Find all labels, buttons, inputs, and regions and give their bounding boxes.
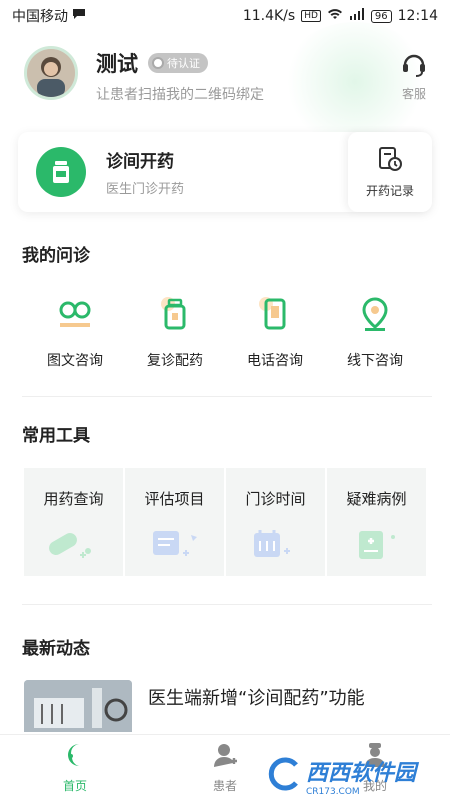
watermark-text: 西西软件园 <box>305 761 416 786</box>
pill-icon <box>42 527 106 565</box>
site-watermark: 西西软件园 CR173.COM <box>254 756 430 797</box>
hd-badge: HD <box>301 10 321 22</box>
news-item-title: 医生端新增“诊间配药”功能 <box>148 688 365 709</box>
headset-icon <box>400 50 428 81</box>
home-icon <box>61 742 89 771</box>
phone-icon <box>251 290 299 338</box>
carrier-label: 中国移动 <box>12 9 68 25</box>
verify-label: 待认证 <box>167 57 200 70</box>
tab-label: 首页 <box>62 778 87 793</box>
tool-label: 疑难病例 <box>346 490 407 508</box>
tool-clinic-hours[interactable]: 门诊时间 <box>226 468 325 576</box>
prescribe-title: 诊间开药 <box>106 152 174 172</box>
consult-item-chat[interactable]: 图文咨询 <box>25 290 125 370</box>
news-thumbnail <box>24 680 132 732</box>
chat-icon <box>51 290 99 338</box>
consult-label: 电话咨询 <box>247 353 303 369</box>
consult-label: 线下咨询 <box>347 353 403 369</box>
prescribe-record-button[interactable]: 开药记录 <box>348 132 432 212</box>
consult-item-offline[interactable]: 线下咨询 <box>325 290 425 370</box>
tool-assessment[interactable]: 评估项目 <box>125 468 224 576</box>
verify-badge[interactable]: 待认证 <box>148 53 208 73</box>
clock: 12:14 <box>397 8 438 24</box>
customer-service-button[interactable]: 客服 <box>400 50 428 102</box>
medicine-bottle-icon <box>36 147 86 197</box>
divider <box>22 604 432 605</box>
avatar[interactable] <box>24 46 78 100</box>
record-label: 开药记录 <box>365 184 414 198</box>
consult-item-phone[interactable]: 电话咨询 <box>225 290 325 370</box>
patient-icon <box>212 742 238 771</box>
tools-title: 常用工具 <box>22 426 90 446</box>
network-speed: 11.4K/s <box>242 8 296 24</box>
consult-item-refill[interactable]: 复诊配药 <box>125 290 225 370</box>
tool-difficult-cases[interactable]: 疑难病例 <box>327 468 426 576</box>
tool-label: 评估项目 <box>144 490 205 508</box>
divider <box>22 396 432 397</box>
watermark-sub: CR173.COM <box>305 787 360 797</box>
prescribe-card: 诊间开药 医生门诊开药 开药记录 <box>18 132 432 212</box>
service-label: 客服 <box>401 87 426 101</box>
assessment-icon <box>143 527 207 565</box>
my-consult-title: 我的问诊 <box>22 246 90 266</box>
consult-label: 图文咨询 <box>47 353 103 369</box>
prescribe-subtitle: 医生门诊开药 <box>106 182 185 197</box>
doctor-name: 测试 <box>96 52 138 76</box>
watermark-logo-icon <box>268 757 302 795</box>
tool-drug-lookup[interactable]: 用药查询 <box>24 468 123 576</box>
prescribe-entry[interactable]: 诊间开药 医生门诊开药 <box>18 132 346 212</box>
message-icon <box>72 8 86 24</box>
tool-label: 门诊时间 <box>245 490 306 508</box>
tool-label: 用药查询 <box>43 490 104 508</box>
profile-header: 测试 待认证 让患者扫描我的二维码绑定 客服 <box>0 22 450 142</box>
badge-icon <box>152 57 164 69</box>
tab-home[interactable]: 首页 <box>0 735 150 800</box>
battery-indicator: 96 <box>370 9 392 23</box>
consult-label: 复诊配药 <box>147 353 203 369</box>
news-title: 最新动态 <box>22 639 90 659</box>
news-item[interactable]: 医生端新增“诊间配药”功能 <box>24 680 434 732</box>
tab-label: 患者 <box>212 778 237 793</box>
calendar-icon <box>244 527 308 565</box>
location-pin-icon <box>351 290 399 338</box>
tools-grid: 用药查询 评估项目 门诊时间 疑难病例 <box>24 468 426 576</box>
medicine-bottle-icon <box>151 290 199 338</box>
record-clock-icon <box>376 145 404 176</box>
qr-bind-hint[interactable]: 让患者扫描我的二维码绑定 <box>96 84 264 104</box>
wifi-icon <box>327 8 343 24</box>
medical-record-icon <box>345 527 409 565</box>
consult-grid: 图文咨询 复诊配药 电话咨询 线下咨询 <box>0 290 450 370</box>
